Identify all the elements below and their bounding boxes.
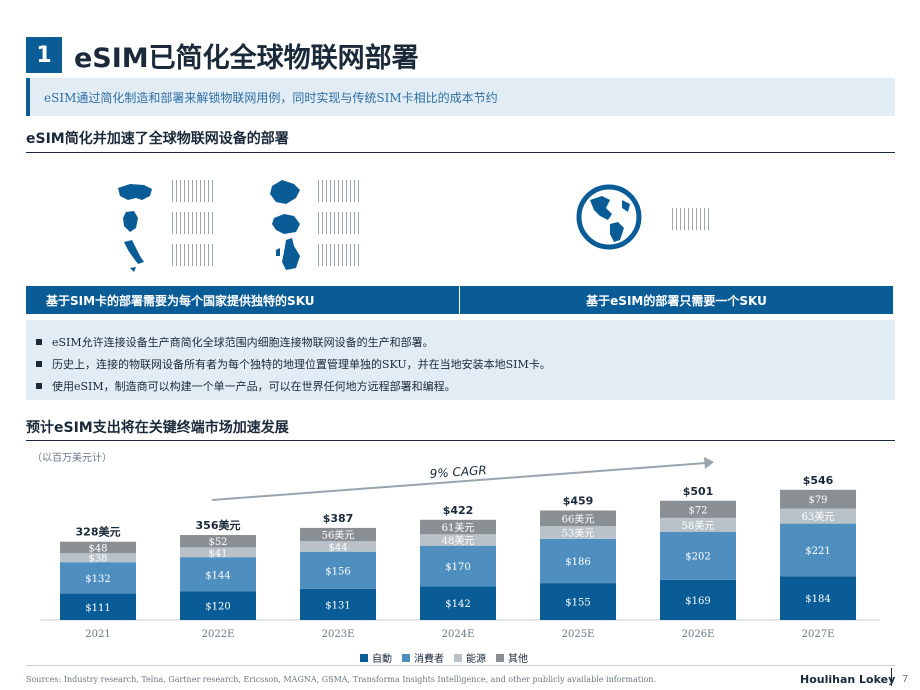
legend-swatch: [360, 653, 368, 662]
category-tick-label: 2021: [85, 629, 110, 640]
bar-total-label: $387: [323, 512, 354, 525]
bar-data-label: 61美元: [442, 521, 475, 534]
bar-data-label: $44: [328, 542, 347, 553]
legend-item: 能源: [454, 650, 486, 665]
bar-data-label: $41: [208, 548, 227, 559]
category-tick-label: 2025E: [562, 629, 595, 640]
bar-total-label: 328美元: [76, 525, 121, 539]
sources-note: Sources: Industry research, Telna, Gartn…: [26, 675, 657, 684]
category-tick-label: 2026E: [682, 629, 715, 640]
category-tick-label: 2023E: [322, 629, 355, 640]
cagr-arrow-head: [704, 457, 714, 469]
bar-data-label: $155: [565, 598, 590, 609]
chart-legend: 自動 消費者 能源 其他: [360, 650, 528, 665]
legend-label: 能源: [466, 654, 486, 665]
legend-item: 自動: [360, 650, 392, 665]
legend-label: 自動: [372, 654, 392, 665]
bar-total-label: $422: [443, 504, 474, 517]
bar-total-label: 356美元: [196, 518, 241, 532]
footer-rule: [26, 665, 895, 666]
page-number: 7: [902, 674, 909, 685]
bar-data-label: 66美元: [562, 512, 595, 525]
bar-data-label: $156: [325, 566, 350, 577]
bar-data-label: $170: [445, 562, 470, 573]
bar-data-label: 63美元: [802, 510, 835, 523]
bar-data-label: $52: [208, 537, 227, 548]
legend-swatch: [402, 653, 410, 662]
bar-data-label: $144: [205, 570, 230, 581]
legend-item: 其他: [496, 650, 528, 665]
legend-swatch: [454, 653, 462, 662]
logo-separator: [891, 668, 892, 686]
bar-data-label: $132: [85, 574, 110, 585]
bar-data-label: $169: [685, 596, 710, 607]
category-tick-label: 2027E: [802, 629, 835, 640]
bar-data-label: 48美元: [442, 534, 475, 547]
stacked-bar-chart: $111 $132 $38$48 328美元 2021 $120 $144 $41$52 356…: [40, 457, 880, 640]
bar-data-label: $38: [88, 554, 107, 565]
legend-swatch: [496, 653, 504, 662]
legend-label: 其他: [508, 654, 528, 665]
bar-data-label: $131: [325, 600, 350, 611]
bar-data-label: $111: [85, 603, 110, 614]
bar-total-label: $501: [683, 485, 714, 498]
bar-data-label: $79: [808, 495, 827, 506]
bar-data-label: 58美元: [682, 519, 715, 532]
brand-logo: Houlihan Lokey: [800, 673, 896, 686]
bar-data-label: $184: [805, 594, 830, 605]
legend-label: 消費者: [414, 654, 444, 665]
bar-data-label: $72: [688, 505, 707, 516]
bar-total-label: $546: [803, 474, 834, 487]
bar-data-label: 53美元: [562, 527, 595, 540]
category-tick-label: 2022E: [202, 629, 235, 640]
bar-total-label: $459: [563, 495, 594, 508]
bar-data-label: 56美元: [322, 529, 355, 542]
legend-item: 消費者: [402, 650, 444, 665]
bar-data-label: $202: [685, 552, 710, 563]
bar-data-label: $221: [805, 546, 830, 557]
bar-data-label: $186: [565, 557, 590, 568]
category-tick-label: 2024E: [442, 629, 475, 640]
bar-data-label: $142: [445, 599, 470, 610]
cagr-annotation: 9% CAGR: [429, 463, 487, 481]
bar-data-label: $48: [88, 543, 107, 554]
bar-data-label: $120: [205, 602, 230, 613]
